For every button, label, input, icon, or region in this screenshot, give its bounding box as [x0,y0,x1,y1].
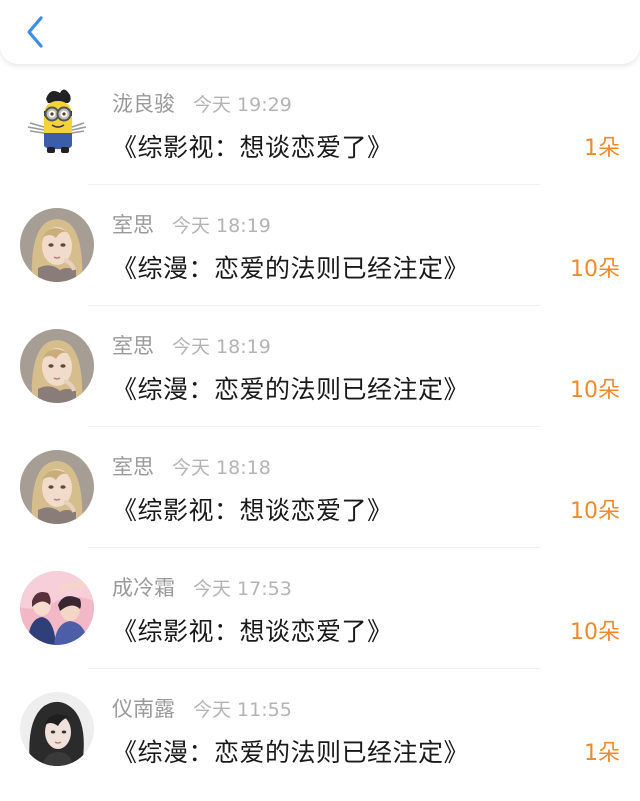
gift-record-list: 泷良骏 今天 19:29 《综影视：想谈恋爱了》 1朵 室思 今天 18:19 [0,64,640,790]
book-title[interactable]: 《综漫：恋爱的法则已经注定》 [112,733,469,769]
book-title[interactable]: 《综漫：恋爱的法则已经注定》 [112,249,469,285]
flower-count: 1朵 [584,741,620,766]
sender-name: 室思 [112,334,154,358]
book-title[interactable]: 《综影视：想谈恋爱了》 [112,612,393,648]
list-item[interactable]: 成冷霜 今天 17:53 《综影视：想谈恋爱了》 10朵 [0,548,640,669]
sender-name: 仪南露 [112,697,175,721]
couple-avatar[interactable] [20,571,94,645]
timestamp: 今天 19:29 [193,93,292,116]
minion-avatar[interactable] [20,87,94,161]
list-item[interactable]: 室思 今天 18:19 《综漫：恋爱的法则已经注定》 10朵 [0,306,640,427]
sender-name: 成冷霜 [112,576,175,600]
sender-name: 泷良骏 [112,92,175,116]
flower-count: 10朵 [570,257,620,282]
flower-count: 10朵 [570,499,620,524]
girl-avatar[interactable] [20,450,94,524]
list-item[interactable]: 室思 今天 18:18 《综影视：想谈恋爱了》 10朵 [0,427,640,548]
sender-name: 室思 [112,213,154,237]
timestamp: 今天 18:18 [172,456,271,479]
list-item[interactable]: 仪南露 今天 11:55 《综漫：恋爱的法则已经注定》 1朵 [0,669,640,790]
timestamp: 今天 17:53 [193,577,292,600]
list-item[interactable]: 室思 今天 18:19 《综漫：恋爱的法则已经注定》 10朵 [0,185,640,306]
flower-count: 1朵 [584,136,620,161]
top-bar [0,0,640,64]
book-title[interactable]: 《综影视：想谈恋爱了》 [112,491,393,527]
list-item[interactable]: 泷良骏 今天 19:29 《综影视：想谈恋爱了》 1朵 [0,64,640,185]
back-button[interactable] [18,12,52,52]
timestamp: 今天 11:55 [193,698,292,721]
book-title[interactable]: 《综影视：想谈恋爱了》 [112,128,393,164]
timestamp: 今天 18:19 [172,335,271,358]
chevron-left-icon [27,16,43,48]
book-title[interactable]: 《综漫：恋爱的法则已经注定》 [112,370,469,406]
timestamp: 今天 18:19 [172,214,271,237]
sender-name: 室思 [112,455,154,479]
flower-count: 10朵 [570,378,620,403]
girl-avatar[interactable] [20,208,94,282]
girl-avatar[interactable] [20,329,94,403]
dark-hair-avatar[interactable] [20,692,94,766]
flower-count: 10朵 [570,620,620,645]
